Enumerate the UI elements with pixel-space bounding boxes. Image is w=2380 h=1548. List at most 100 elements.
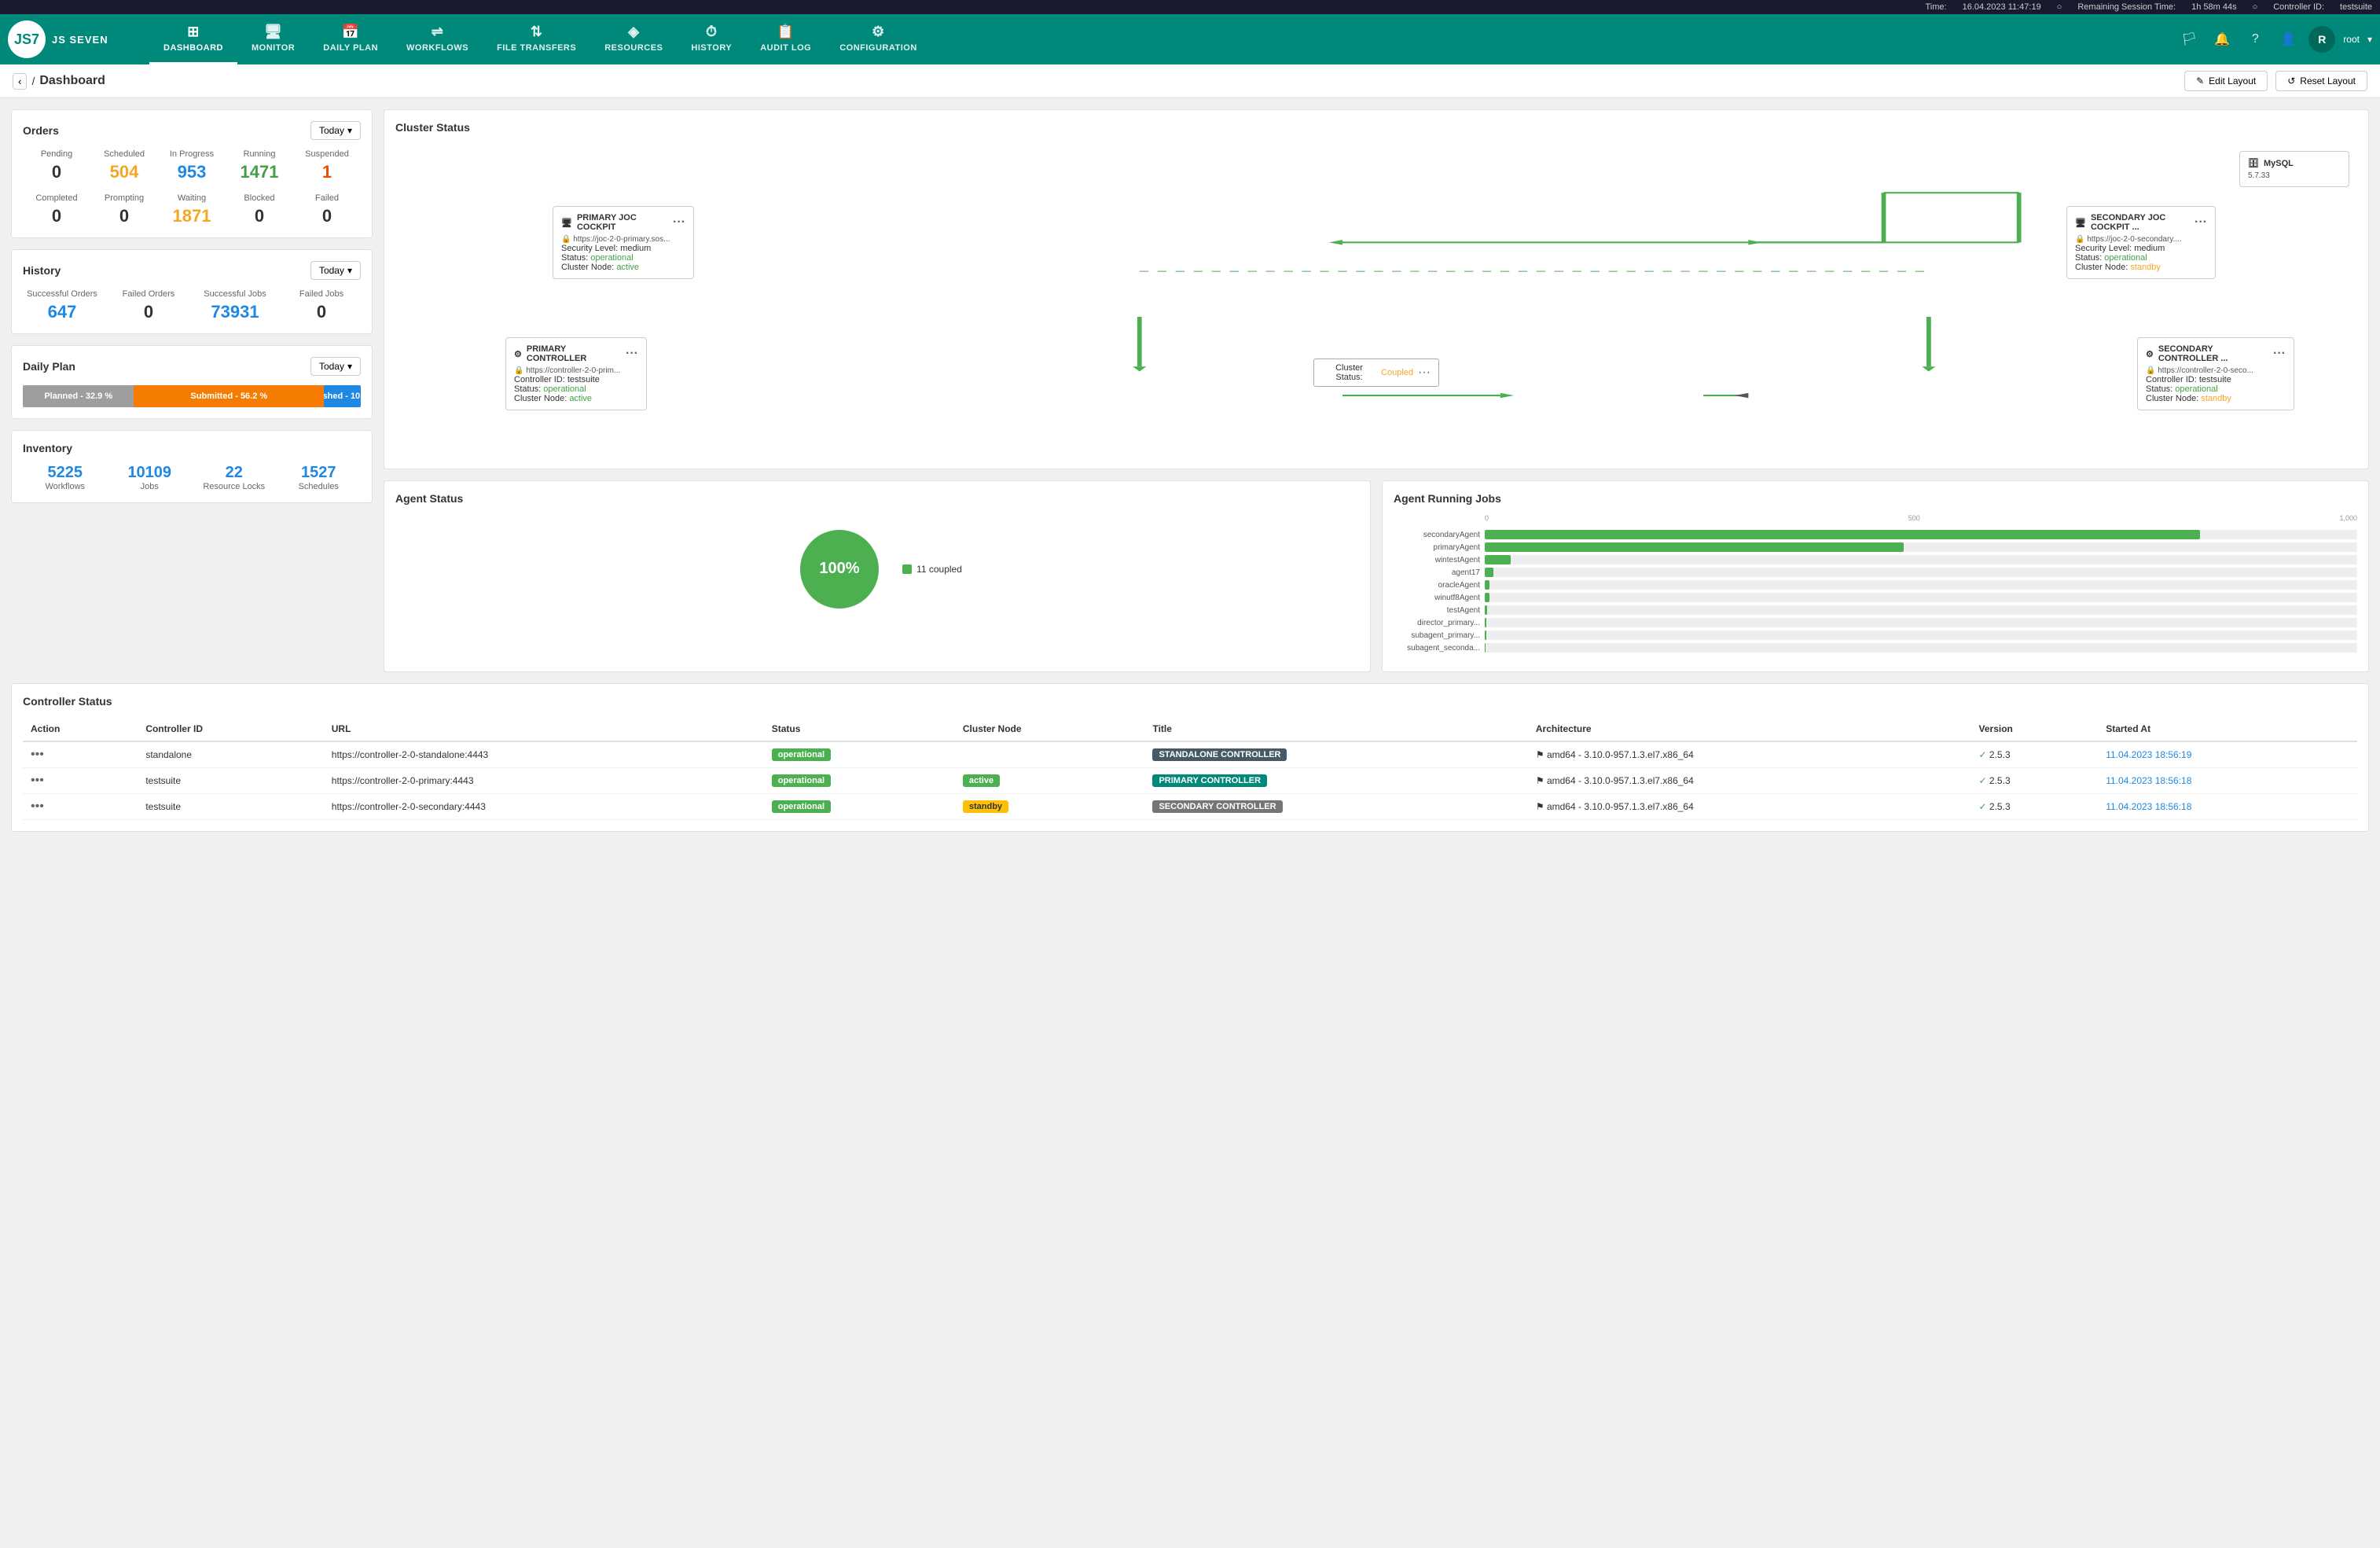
version-cell: ✓ 2.5.3 [1971, 768, 2099, 794]
breadcrumb-bar: ‹ / Dashboard ✎ Edit Layout ↺ Reset Layo… [0, 64, 2380, 98]
agent-bar-row: secondaryAgent [1394, 530, 2357, 539]
controller-status-card: Controller Status Action Controller ID U… [11, 683, 2369, 832]
controller-status-header: Controller Status [23, 695, 2357, 708]
nav-configuration[interactable]: ⚙ CONFIGURATION [825, 14, 931, 64]
controller-id-label: Controller ID: [2273, 2, 2324, 12]
table-row: ••• testsuite https://controller-2-0-pri… [23, 768, 2357, 794]
orders-header: Orders Today ▾ [23, 121, 361, 140]
nav-dashboard[interactable]: ⊞ DASHBOARD [149, 14, 237, 64]
reset-layout-button[interactable]: ↺ Reset Layout [2275, 71, 2367, 91]
audit-log-icon: 📋 [777, 24, 795, 40]
col-title: Title [1144, 717, 1527, 741]
daily-plan-icon: 📅 [342, 24, 360, 40]
action-cell[interactable]: ••• [23, 768, 138, 794]
agent-track [1485, 542, 2357, 552]
nav-monitor[interactable]: 🖥 MONITOR [237, 14, 309, 64]
action-cell[interactable]: ••• [23, 794, 138, 820]
agent-jobs-header: Agent Running Jobs [1394, 492, 2357, 505]
agent-track [1485, 530, 2357, 539]
top-bar: Time: 16.04.2023 11:47:19 ○ Remaining Se… [0, 0, 2380, 14]
agent-jobs-title: Agent Running Jobs [1394, 492, 1501, 505]
daily-plan-header: Daily Plan Today ▾ [23, 357, 361, 376]
agent-bar-row: agent17 [1394, 568, 2357, 577]
daily-plan-filter[interactable]: Today ▾ [310, 357, 361, 376]
stat-scheduled: Scheduled 504 [90, 149, 158, 182]
breadcrumb: ‹ / Dashboard [13, 73, 105, 90]
agent-label: subagent_primary... [1394, 631, 1480, 640]
nav-daily-plan[interactable]: 📅 DAILY PLAN [309, 14, 392, 64]
nav-workflows[interactable]: ⇌ WORKFLOWS [392, 14, 483, 64]
user-dropdown-icon[interactable]: ▾ [2367, 34, 2372, 45]
agent-track [1485, 593, 2357, 602]
avatar-button[interactable]: R [2308, 26, 2335, 53]
secondary-ctrl-menu[interactable]: ··· [2273, 347, 2286, 361]
cluster-diagram: 🗄 MySQL 5.7.33 🖥 PRIMARY JOC COCKPIT ···… [395, 143, 2357, 458]
arch-icon: ⚑ [1536, 801, 1544, 812]
nav-history[interactable]: ⏱ HISTORY [677, 14, 746, 64]
primary-ctrl-menu[interactable]: ··· [626, 347, 638, 361]
stat-successful-orders: Successful Orders 647 [23, 289, 101, 322]
started-at-cell: 11.04.2023 18:56:19 [2098, 741, 2357, 768]
action-cell[interactable]: ••• [23, 741, 138, 768]
nav-audit-log[interactable]: 📋 AUDIT LOG [746, 14, 825, 64]
node-coupled: Cluster Status: Coupled ··· [1313, 359, 1439, 387]
controller-table-head: Action Controller ID URL Status Cluster … [23, 717, 2357, 741]
main-content: Orders Today ▾ Pending 0 Scheduled 504 I… [0, 98, 2380, 854]
url-cell: https://controller-2-0-primary:4443 [324, 768, 764, 794]
coupled-menu[interactable]: ··· [1418, 366, 1431, 380]
main-nav: JS7 JS SEVEN ⊞ DASHBOARD 🖥 MONITOR 📅 DAI… [0, 14, 2380, 64]
inventory-title: Inventory [23, 442, 72, 454]
dashboard-icon: ⊞ [187, 24, 200, 40]
resources-icon: ◈ [628, 24, 639, 40]
history-title: History [23, 264, 61, 277]
bell-button[interactable]: 🔔 [2209, 27, 2235, 52]
secondary-joc-menu[interactable]: ··· [2195, 215, 2207, 230]
bar-planned: Planned - 32.9 % [23, 385, 134, 407]
cluster-lines-svg [395, 143, 2357, 458]
agent-label: wintestAgent [1394, 556, 1480, 564]
agent-bar-chart: secondaryAgent primaryAgent wintestAgent… [1394, 525, 2357, 660]
settings-button[interactable]: 👤 [2275, 27, 2301, 52]
flag-button[interactable]: 🏳 [2176, 27, 2202, 52]
breadcrumb-actions: ✎ Edit Layout ↺ Reset Layout [2184, 71, 2367, 91]
orders-filter[interactable]: Today ▾ [310, 121, 361, 140]
nav-file-transfers[interactable]: ⇅ FILE TRANSFERS [483, 14, 590, 64]
agent-track [1485, 618, 2357, 627]
arch-icon: ⚑ [1536, 775, 1544, 786]
primary-joc-menu[interactable]: ··· [673, 215, 685, 230]
started-at-cell: 11.04.2023 18:56:18 [2098, 794, 2357, 820]
status-cell: operational [764, 741, 955, 768]
table-row: ••• testsuite https://controller-2-0-sec… [23, 794, 2357, 820]
nav-resources[interactable]: ◈ RESOURCES [590, 14, 677, 64]
donut-legend: 11 coupled [902, 564, 962, 575]
agent-fill [1485, 568, 1493, 577]
agent-track [1485, 580, 2357, 590]
agent-track [1485, 568, 2357, 577]
history-grid: Successful Orders 647 Failed Orders 0 Su… [23, 289, 361, 322]
edit-layout-button[interactable]: ✎ Edit Layout [2184, 71, 2268, 91]
orders-card: Orders Today ▾ Pending 0 Scheduled 504 I… [11, 109, 373, 238]
nav-history-label: HISTORY [691, 43, 732, 53]
title-cell: PRIMARY CONTROLLER [1144, 768, 1527, 794]
cluster-status-title: Cluster Status [395, 121, 470, 134]
help-button[interactable]: ? [2242, 27, 2268, 52]
agent-label: agent17 [1394, 568, 1480, 577]
stat-suspended: Suspended 1 [293, 149, 361, 182]
back-button[interactable]: ‹ [13, 73, 27, 90]
legend-dot-coupled [902, 564, 912, 574]
version-cell: ✓ 2.5.3 [1971, 794, 2099, 820]
history-filter[interactable]: Today ▾ [310, 261, 361, 280]
agent-label: oracleAgent [1394, 581, 1480, 590]
left-column: Orders Today ▾ Pending 0 Scheduled 504 I… [11, 109, 373, 672]
agent-fill [1485, 643, 1486, 653]
daily-plan-card: Daily Plan Today ▾ Planned - 32.9 % Subm… [11, 345, 373, 419]
lock-icon-pj: 🔒 [561, 235, 571, 244]
lock-icon-sj: 🔒 [2075, 235, 2084, 244]
monitor-icon-s: 🖥 [2075, 218, 2086, 228]
controller-id-cell: testsuite [138, 768, 323, 794]
agent-bar-row: wintestAgent [1394, 555, 2357, 564]
agent-bar-axis: 0 500 1,000 [1394, 514, 2357, 522]
configuration-icon: ⚙ [872, 24, 885, 40]
session-label: ○ [2057, 2, 2062, 12]
daily-plan-dropdown-icon: ▾ [347, 361, 352, 372]
